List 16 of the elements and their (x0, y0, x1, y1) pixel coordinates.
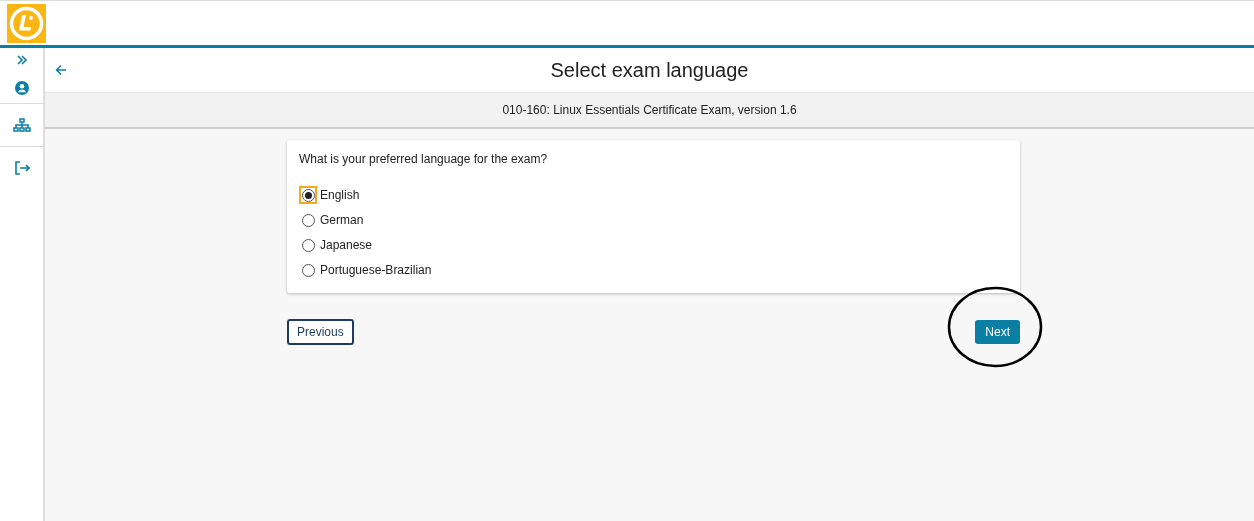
logo-icon (7, 3, 46, 43)
language-option[interactable]: German (299, 211, 364, 229)
language-option[interactable]: Japanese (299, 236, 373, 254)
user-icon[interactable] (14, 81, 29, 95)
logout-icon[interactable] (13, 161, 30, 175)
radio-button[interactable] (299, 186, 317, 204)
page-title: Select exam language (550, 58, 749, 83)
language-option[interactable]: Portuguese-Brazilian (299, 261, 432, 279)
question-prompt: What is your preferred language for the exam? (299, 151, 549, 168)
previous-button[interactable]: Previous (287, 319, 354, 345)
back-icon[interactable] (55, 64, 67, 76)
language-option[interactable]: English (299, 186, 360, 204)
next-button[interactable]: Next (975, 320, 1020, 344)
sitemap-icon[interactable] (12, 118, 31, 132)
expand-icon[interactable] (15, 54, 28, 66)
exam-subtitle: 010-160: Linux Essentials Certificate Exam, version 1.6 (502, 102, 797, 119)
